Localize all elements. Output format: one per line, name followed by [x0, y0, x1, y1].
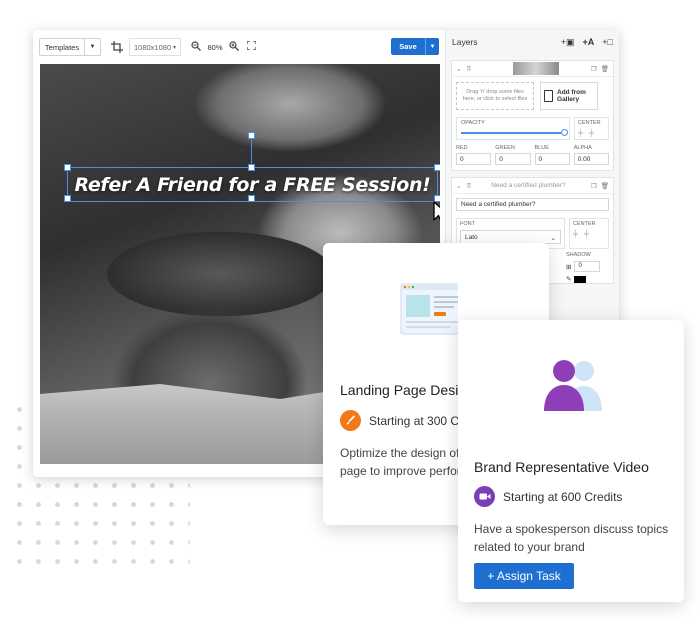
chevron-down-icon: ▼ — [89, 44, 96, 50]
layers-header: Layers +▣ +A +□ — [446, 30, 619, 54]
opacity-label: OPACITY — [461, 120, 485, 126]
font-value: Lato — [465, 234, 478, 241]
resize-handle-tr[interactable] — [434, 164, 440, 171]
center-label: CENTER — [573, 221, 596, 227]
templates-button[interactable]: Templates — [39, 38, 85, 56]
card-description: Optimize the design of your landing page… — [340, 444, 458, 480]
save-button[interactable]: Save ▼ — [391, 38, 439, 55]
drag-handle-icon[interactable]: ⠿ — [466, 65, 471, 73]
text-content-input[interactable]: Need a certified plumber? — [456, 198, 609, 211]
people-illustration-icon — [544, 360, 602, 411]
font-label: FONT — [460, 221, 475, 227]
fullscreen-icon[interactable] — [246, 40, 257, 53]
gallery-label: Add from Gallery — [557, 89, 586, 103]
zoom-level: 80% — [207, 42, 223, 52]
add-text-layer-icon[interactable]: +A — [583, 37, 595, 47]
service-card-brand-video[interactable]: Brand Representative Video Starting at 6… — [458, 320, 684, 602]
editor-toolbar: Templates ▼ 1080x1080 ▾ 80% — [33, 30, 443, 64]
image-layer-header[interactable]: ⌄ ⠿ ❐ 🗑 — [452, 61, 613, 77]
resize-handle-t[interactable] — [248, 164, 255, 171]
gallery-icon — [544, 90, 554, 102]
canvas-size-value: 1080x1080 — [134, 42, 172, 52]
card-title: Landing Page Design — [340, 382, 458, 398]
chevron-down-icon[interactable]: ▼ — [425, 38, 439, 55]
image-layer: ⌄ ⠿ ❐ 🗑 Drag 'n' drop some files here, o… — [451, 60, 614, 171]
alpha-label: ALPHA — [573, 145, 592, 151]
brush-icon — [340, 410, 361, 431]
duplicate-icon[interactable]: ❐ — [591, 65, 597, 73]
layer-thumbnail — [513, 62, 560, 75]
canvas-size-select[interactable]: 1080x1080 ▾ — [129, 38, 181, 56]
green-input[interactable]: 0 — [495, 153, 531, 165]
shadow-size-icon: ⊞ — [566, 263, 572, 271]
video-camera-icon — [474, 486, 495, 507]
delete-icon[interactable]: 🗑 — [601, 65, 609, 73]
text-center-control: CENTER ╪╪ — [569, 218, 609, 249]
collapse-icon[interactable]: ⌄ — [456, 65, 461, 73]
opacity-slider[interactable] — [461, 129, 568, 136]
shadow-control: SHADOW ⊞ 0 ✎ — [562, 252, 613, 283]
assign-task-button[interactable]: + Assign Task — [474, 563, 574, 589]
duplicate-icon[interactable]: ❐ — [591, 182, 597, 190]
shadow-input[interactable]: 0 — [574, 261, 601, 272]
drag-handle-icon[interactable]: ⠿ — [466, 182, 471, 190]
zoom-out-icon[interactable] — [189, 40, 203, 54]
headline-text: Refer A Friend for a FREE Session! — [74, 173, 431, 196]
green-label: GREEN — [495, 145, 515, 151]
crop-icon[interactable] — [109, 39, 125, 55]
add-image-layer-icon[interactable]: +▣ — [561, 37, 575, 48]
text-layer-name: Need a certified plumber? — [491, 182, 566, 189]
rotate-handle[interactable] — [248, 132, 255, 139]
align-center-icons[interactable]: ╪╪ — [573, 231, 605, 238]
shadow-color-swatch[interactable] — [574, 275, 587, 283]
chevron-down-icon: ▾ — [172, 44, 176, 51]
center-label: CENTER — [578, 120, 601, 126]
landing-page-illustration-icon — [400, 283, 458, 335]
card-title: Brand Representative Video — [474, 459, 649, 475]
align-center-icons[interactable]: ╪╪ — [578, 130, 605, 137]
blue-input[interactable]: 0 — [534, 153, 570, 165]
price-text: Starting at 300 Credits — [369, 413, 458, 428]
file-dropzone[interactable]: Drag 'n' drop some files here, or click … — [456, 82, 534, 110]
card-description: Have a spokesperson discuss topics relat… — [474, 520, 674, 556]
center-control: CENTER ╪╪ — [574, 117, 609, 140]
collapse-icon[interactable]: ⌄ — [456, 182, 461, 190]
delete-icon[interactable]: 🗑 — [601, 182, 609, 190]
desc-line: page to improve performance — [340, 464, 458, 478]
desc-line: Have a spokesperson discuss topics — [474, 522, 669, 536]
rotate-handle-line — [251, 136, 252, 166]
resize-handle-b[interactable] — [248, 195, 255, 202]
alpha-input[interactable]: 0.00 — [573, 153, 609, 165]
save-label: Save — [399, 42, 417, 51]
desc-line: related to your brand — [474, 540, 585, 554]
shadow-label: SHADOW — [566, 252, 591, 258]
font-select[interactable]: Lato ⌄ — [460, 230, 561, 244]
eyedropper-icon[interactable]: ✎ — [566, 275, 571, 283]
chevron-down-icon: ⌄ — [550, 235, 556, 242]
opacity-slider-knob[interactable] — [561, 129, 568, 136]
price-text: Starting at 600 Credits — [503, 489, 623, 504]
price-row: Starting at 600 Credits — [474, 486, 622, 507]
price-row: Starting at 300 Credits — [340, 410, 458, 431]
desc-line: Optimize the design of your landing — [340, 446, 458, 460]
blue-label: BLUE — [534, 145, 549, 151]
red-input[interactable]: 0 — [456, 153, 492, 165]
templates-dropdown-toggle[interactable]: ▼ — [85, 38, 101, 56]
red-label: RED — [456, 145, 468, 151]
add-from-gallery-button[interactable]: Add from Gallery — [540, 82, 598, 110]
opacity-control: OPACITY — [456, 117, 570, 140]
layers-title: Layers — [452, 37, 478, 47]
marketing-hero: Templates ▼ 1080x1080 ▾ 80% Save ▼ Refer… — [0, 0, 700, 630]
text-layer-header[interactable]: ⌄ ⠿ Need a certified plumber? ❐ 🗑 — [452, 178, 613, 194]
resize-handle-tl[interactable] — [64, 164, 71, 171]
zoom-in-icon[interactable] — [227, 40, 241, 54]
add-shape-layer-icon[interactable]: +□ — [602, 37, 613, 47]
resize-handle-bl[interactable] — [64, 195, 71, 202]
mouse-pointer-icon — [433, 201, 440, 221]
